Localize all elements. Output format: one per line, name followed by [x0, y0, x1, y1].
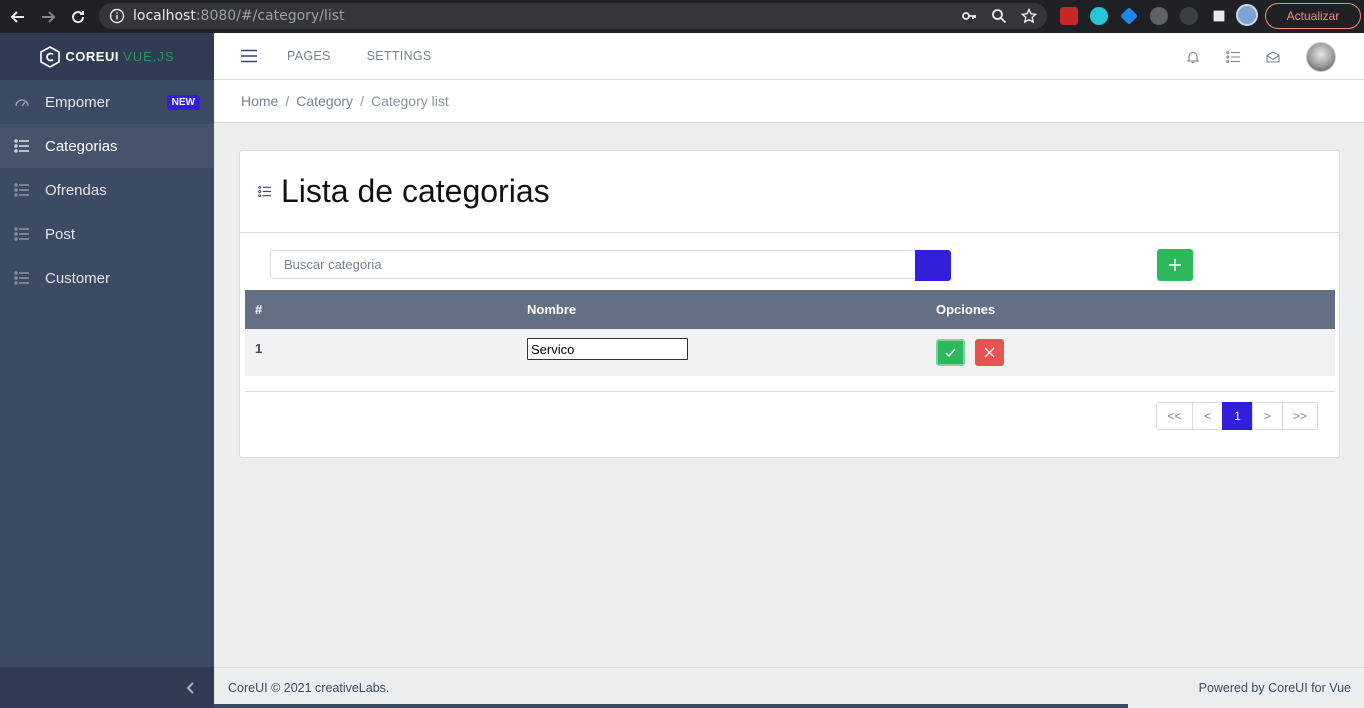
breadcrumb-home[interactable]: Home	[241, 93, 278, 109]
list-icon	[14, 227, 29, 241]
sidebar-item-empomer[interactable]: Empomer NEW	[0, 80, 214, 124]
pagination-last[interactable]: >>	[1282, 402, 1318, 430]
header-nav-settings[interactable]: SETTINGS	[367, 49, 432, 63]
user-avatar[interactable]	[1306, 41, 1336, 72]
sidebar-item-customer[interactable]: Customer	[0, 256, 214, 300]
extension-blue-icon[interactable]	[1120, 7, 1138, 25]
pagination: << < 1 > >>	[1156, 402, 1318, 430]
add-category-button[interactable]	[1157, 249, 1193, 281]
new-badge: NEW	[166, 95, 200, 110]
speedometer-icon	[15, 99, 29, 107]
sidebar: COREUI VUE.JS Empomer NEW Categorias Ofr…	[0, 33, 214, 708]
column-header-opciones: Opciones	[926, 290, 1335, 329]
pagination-prev[interactable]: <	[1192, 402, 1223, 430]
extension-cyan-icon[interactable]	[1090, 7, 1108, 25]
card-header: Lista de categorias	[240, 151, 1339, 233]
breadcrumb-category[interactable]: Category	[296, 93, 353, 109]
sidebar-item-label: Categorias	[45, 137, 118, 155]
zoom-icon[interactable]	[991, 8, 1007, 24]
extension-gear-icon[interactable]	[1150, 7, 1168, 25]
divider	[245, 391, 1335, 392]
category-card: Lista de categorias # Nombre Opciones 1	[239, 150, 1340, 458]
list-icon[interactable]	[1226, 50, 1240, 64]
table-header-row: # Nombre Opciones	[245, 290, 1335, 329]
breadcrumb: Home / Category / Category list	[214, 80, 1364, 123]
check-icon	[945, 348, 956, 358]
row-number: 1	[245, 329, 517, 376]
list-icon	[14, 183, 29, 197]
breadcrumb-separator: /	[285, 93, 290, 109]
brand-logo[interactable]: COREUI VUE.JS	[0, 33, 214, 80]
plus-icon	[1169, 259, 1181, 271]
back-arrow-icon[interactable]	[6, 5, 30, 29]
list-icon	[14, 139, 29, 153]
envelope-icon[interactable]	[1266, 50, 1280, 64]
star-icon[interactable]	[1021, 8, 1037, 24]
pagination-first[interactable]: <<	[1156, 402, 1193, 430]
row-options-cell	[926, 329, 1335, 376]
reload-icon[interactable]	[66, 5, 90, 29]
breadcrumb-separator: /	[360, 93, 364, 109]
update-button[interactable]: Actualizar	[1265, 3, 1361, 29]
save-button[interactable]	[936, 339, 965, 366]
extension-recycle-icon[interactable]	[1180, 7, 1198, 25]
browser-toolbar: localhost:8080/#/category/list Actualiza…	[0, 0, 1364, 33]
url-text: localhost:8080/#/category/list	[133, 8, 345, 24]
close-icon	[984, 347, 995, 358]
pagination-next[interactable]: >	[1252, 402, 1283, 430]
address-bar[interactable]: localhost:8080/#/category/list	[99, 3, 1047, 29]
sidebar-item-post[interactable]: Post	[0, 212, 214, 256]
info-icon[interactable]	[109, 8, 125, 24]
column-header-number: #	[245, 290, 517, 329]
sidebar-item-label: Empomer	[45, 93, 111, 111]
page-title: Lista de categorias	[281, 173, 550, 209]
key-icon[interactable]	[961, 8, 977, 24]
column-header-nombre: Nombre	[517, 290, 926, 329]
chevron-left-icon	[186, 681, 194, 694]
category-name-field[interactable]	[527, 338, 688, 360]
footer-powered-by: Powered by CoreUI for Vue	[1198, 681, 1351, 695]
footer: CoreUI © 2021 creativeLabs. Powered by C…	[214, 667, 1364, 708]
breadcrumb-current: Category list	[370, 93, 449, 109]
coreui-logo-icon	[40, 45, 61, 68]
delete-button[interactable]	[975, 339, 1004, 366]
category-table: # Nombre Opciones 1	[245, 290, 1335, 376]
pagination-page-1[interactable]: 1	[1222, 402, 1253, 430]
table-row: 1	[245, 329, 1335, 376]
search-input[interactable]	[270, 250, 916, 279]
top-header: PAGES SETTINGS	[214, 33, 1364, 80]
header-nav-pages[interactable]: PAGES	[287, 49, 331, 63]
brand-text: COREUI VUE.JS	[65, 49, 175, 64]
sidebar-item-label: Customer	[45, 269, 111, 287]
sidebar-item-ofrendas[interactable]: Ofrendas	[0, 168, 214, 212]
sidebar-item-label: Ofrendas	[45, 181, 107, 199]
extensions-puzzle-icon[interactable]	[1213, 10, 1225, 22]
list-icon	[258, 185, 271, 198]
hamburger-menu-icon[interactable]	[241, 49, 257, 63]
horizontal-scrollbar[interactable]	[214, 704, 1128, 708]
row-name-cell	[517, 329, 926, 376]
bell-icon[interactable]	[1186, 50, 1200, 64]
footer-copyright: CoreUI © 2021 creativeLabs.	[228, 681, 390, 695]
forward-arrow-icon[interactable]	[36, 5, 60, 29]
list-icon	[14, 271, 29, 285]
browser-profile-avatar[interactable]	[1236, 4, 1258, 26]
sidebar-minimize-button[interactable]	[0, 667, 214, 708]
search-button[interactable]	[915, 250, 951, 281]
sidebar-item-label: Post	[45, 225, 76, 243]
extension-red-icon[interactable]	[1060, 7, 1078, 25]
sidebar-item-categorias[interactable]: Categorias	[0, 124, 214, 168]
